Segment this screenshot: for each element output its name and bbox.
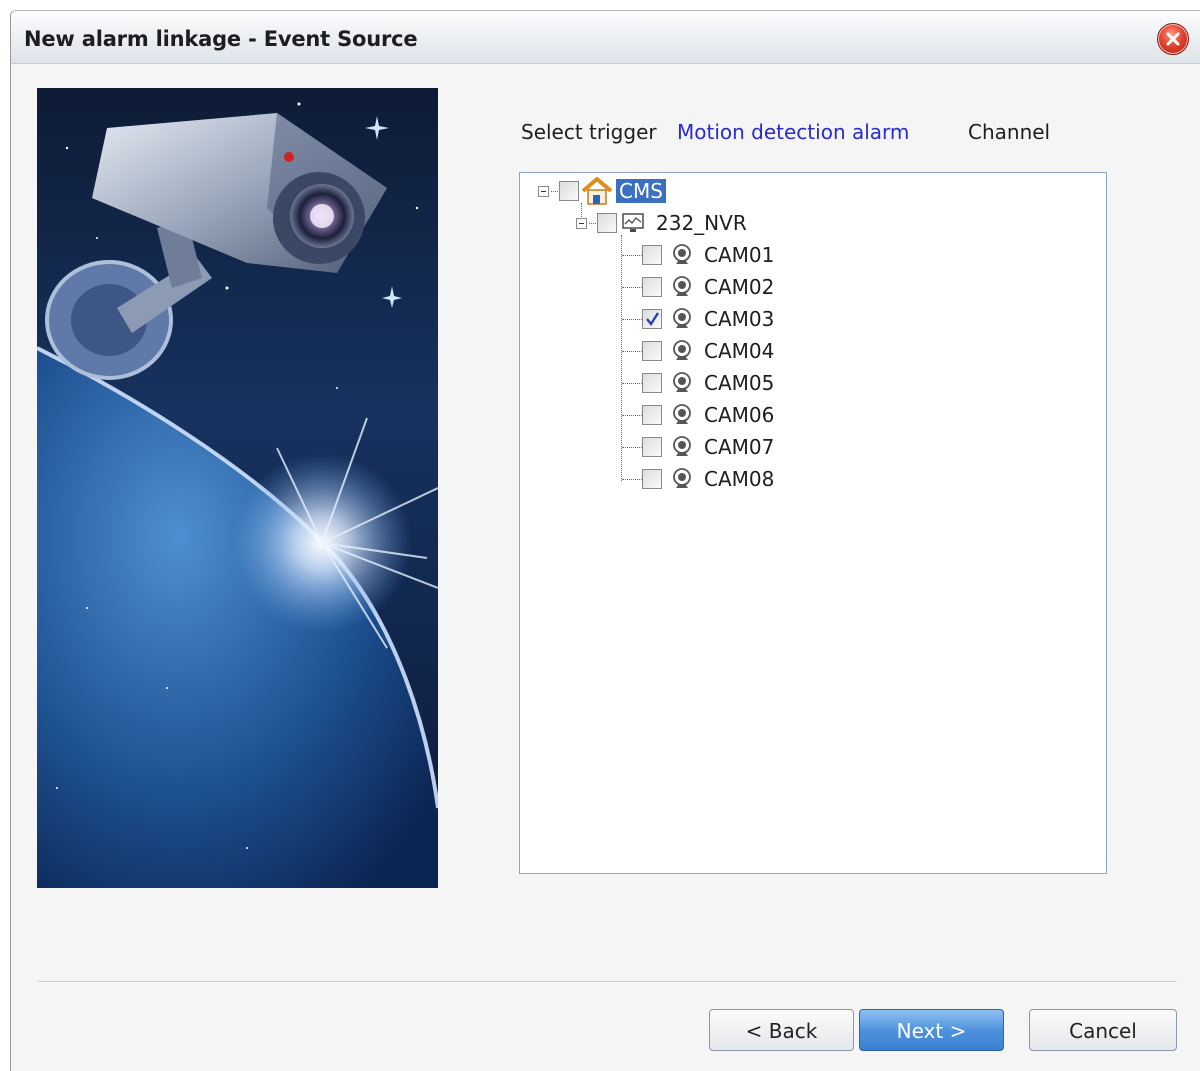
camera-label[interactable]: CAM03 <box>704 307 774 331</box>
camera-checkbox[interactable] <box>642 405 662 425</box>
root-checkbox[interactable] <box>559 181 579 201</box>
tree-node-camera[interactable]: CAM08 <box>642 464 774 494</box>
footer-separator <box>37 981 1177 983</box>
tree-node-camera[interactable]: CAM05 <box>642 368 774 398</box>
tree-node-camera[interactable]: CAM02 <box>642 272 774 302</box>
collapse-toggle[interactable] <box>576 217 587 229</box>
monitor-icon <box>622 213 644 232</box>
camera-checkbox[interactable] <box>642 309 662 329</box>
channel-label: Channel <box>968 120 1051 144</box>
camera-checkbox[interactable] <box>642 245 662 265</box>
tree-node-camera[interactable]: CAM01 <box>642 240 774 270</box>
camera-label[interactable]: CAM02 <box>704 275 774 299</box>
device-checkbox[interactable] <box>597 213 617 233</box>
title-bar[interactable]: New alarm linkage - Event Source <box>11 11 1200 64</box>
webcam-icon <box>673 340 691 360</box>
webcam-icon <box>673 404 691 424</box>
camera-label[interactable]: CAM05 <box>704 371 774 395</box>
trigger-value-link[interactable]: Motion detection alarm <box>677 120 909 144</box>
camera-label[interactable]: CAM04 <box>704 339 774 363</box>
webcam-icon <box>673 372 691 392</box>
close-icon <box>1166 32 1180 46</box>
close-button[interactable] <box>1157 23 1189 55</box>
webcam-icon <box>673 244 691 264</box>
camera-checkbox[interactable] <box>642 437 662 457</box>
camera-label[interactable]: CAM06 <box>704 403 774 427</box>
checkmark-icon <box>646 312 660 327</box>
window-title: New alarm linkage - Event Source <box>24 27 418 51</box>
camera-label[interactable]: CAM01 <box>704 243 774 267</box>
camera-label[interactable]: CAM07 <box>704 435 774 459</box>
camera-checkbox[interactable] <box>642 341 662 361</box>
select-trigger-label: Select trigger <box>521 120 657 144</box>
root-label[interactable]: CMS <box>616 179 666 203</box>
camera-checkbox[interactable] <box>642 469 662 489</box>
tree-node-device[interactable]: 232_NVR <box>576 208 747 238</box>
webcam-icon <box>673 436 691 456</box>
wizard-illustration <box>37 88 438 888</box>
tree-node-root[interactable]: CMS <box>538 176 666 206</box>
house-icon <box>581 177 613 205</box>
next-button[interactable]: Next > <box>859 1009 1004 1051</box>
channel-tree[interactable]: CMS 232_NVR CAM01 CAM02 CAM03 CAM04 CAM05 CAM… <box>519 172 1107 874</box>
camera-checkbox[interactable] <box>642 373 662 393</box>
collapse-toggle[interactable] <box>538 185 549 197</box>
back-button[interactable]: < Back <box>709 1009 854 1051</box>
tree-node-camera[interactable]: CAM04 <box>642 336 774 366</box>
cancel-button[interactable]: Cancel <box>1029 1009 1177 1051</box>
tree-node-camera[interactable]: CAM07 <box>642 432 774 462</box>
webcam-icon <box>673 276 691 296</box>
device-label[interactable]: 232_NVR <box>656 211 747 235</box>
webcam-icon <box>673 468 691 488</box>
camera-label[interactable]: CAM08 <box>704 467 774 491</box>
camera-checkbox[interactable] <box>642 277 662 297</box>
dialog-window: New alarm linkage - Event Source Select … <box>10 10 1200 1071</box>
webcam-icon <box>673 308 691 328</box>
tree-node-camera[interactable]: CAM06 <box>642 400 774 430</box>
tree-node-camera[interactable]: CAM03 <box>642 304 774 334</box>
